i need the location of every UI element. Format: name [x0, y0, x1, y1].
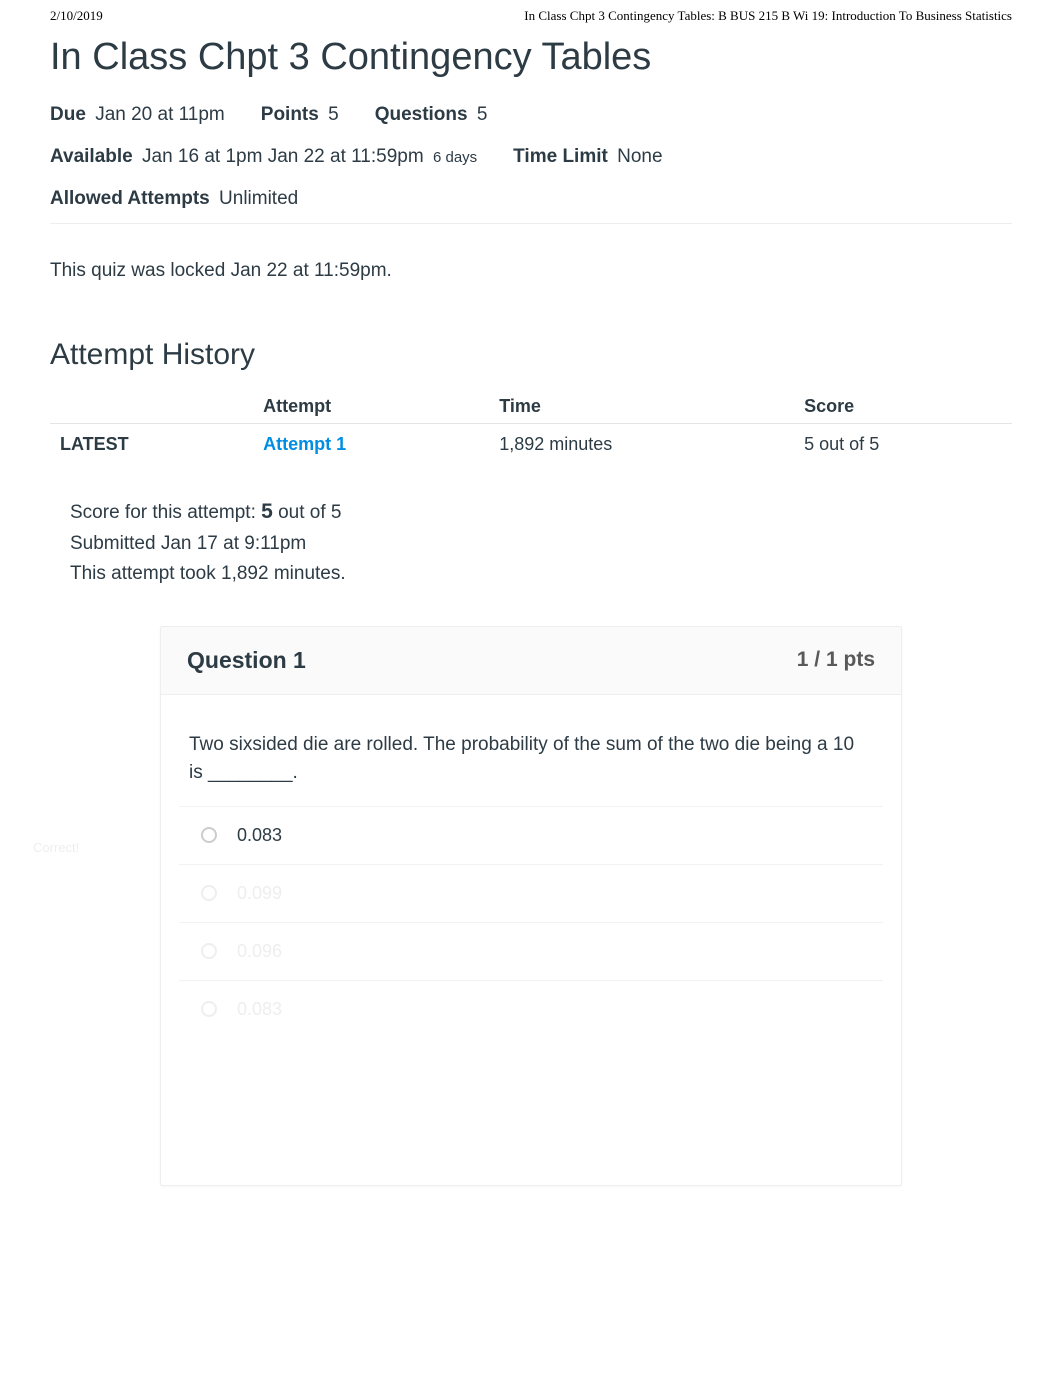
- divider: [50, 223, 1012, 224]
- radio-icon: [201, 1001, 217, 1017]
- quiz-meta-row-1: Due Jan 20 at 11pm Points 5 Questions 5: [50, 97, 1012, 133]
- question-header: Question 1 1 / 1 pts: [161, 627, 901, 695]
- meta-points-label: Points: [261, 104, 319, 125]
- score-line-1-post: out of 5: [273, 502, 342, 523]
- score-line-1-score: 5: [261, 500, 273, 523]
- answer-text: 0.083: [237, 999, 282, 1020]
- meta-questions-value: 5: [477, 104, 488, 125]
- main-content: In Class Chpt 3 Contingency Tables Due J…: [0, 36, 1062, 1236]
- history-row-time: 1,892 minutes: [489, 424, 794, 466]
- quiz-meta-row-3: Allowed Attempts Unlimited: [50, 181, 1012, 217]
- meta-points-value: 5: [328, 104, 339, 125]
- print-date: 2/10/2019: [50, 8, 103, 24]
- meta-time-limit: Time Limit None: [513, 139, 662, 175]
- attempt-history-heading: Attempt History: [50, 338, 1012, 372]
- score-summary: Score for this attempt: 5 out of 5 Submi…: [70, 495, 1012, 589]
- page-title: In Class Chpt 3 Contingency Tables: [50, 36, 1012, 79]
- meta-allowed-attempts-value: Unlimited: [219, 188, 298, 209]
- radio-icon: [201, 943, 217, 959]
- meta-available-days: 6 days: [433, 149, 477, 166]
- question-title: Question 1: [187, 647, 306, 674]
- meta-due: Due Jan 20 at 11pm: [50, 97, 225, 133]
- meta-available-label: Available: [50, 146, 133, 167]
- history-col-blank: [50, 390, 253, 424]
- history-col-attempt: Attempt: [253, 390, 489, 424]
- meta-points: Points 5: [261, 97, 339, 133]
- meta-time-limit-value: None: [617, 146, 662, 167]
- print-source-title: In Class Chpt 3 Contingency Tables: B BU…: [524, 8, 1012, 24]
- attempt-link[interactable]: Attempt 1: [263, 434, 346, 454]
- quiz-meta-row-2: Available Jan 16 at 1pm Jan 22 at 11:59p…: [50, 139, 1012, 175]
- history-col-score: Score: [794, 390, 1012, 424]
- question-text: Two sixsided die are rolled. The probabi…: [161, 695, 901, 798]
- locked-message: This quiz was locked Jan 22 at 11:59pm.: [50, 260, 1012, 282]
- answer-option[interactable]: 0.099: [179, 864, 883, 922]
- meta-allowed-attempts: Allowed Attempts Unlimited: [50, 181, 298, 217]
- question-card: Question 1 1 / 1 pts Two sixsided die ar…: [160, 626, 902, 1186]
- answer-option[interactable]: 0.083: [179, 806, 883, 864]
- meta-available: Available Jan 16 at 1pm Jan 22 at 11:59p…: [50, 139, 477, 175]
- print-header: 2/10/2019 In Class Chpt 3 Contingency Ta…: [0, 0, 1062, 28]
- answer-text: 0.096: [237, 941, 282, 962]
- history-col-time: Time: [489, 390, 794, 424]
- meta-available-value: Jan 16 at 1pm Jan 22 at 11:59pm: [142, 146, 424, 167]
- history-row-attempt-cell: Attempt 1: [253, 424, 489, 466]
- score-line-1: Score for this attempt: 5 out of 5: [70, 495, 1012, 529]
- meta-due-value: Jan 20 at 11pm: [95, 104, 225, 125]
- answer-list: Correct! 0.083 0.099 0.096 0.083: [161, 798, 901, 1068]
- attempt-history-table: Attempt Time Score LATEST Attempt 1 1,89…: [50, 390, 1012, 465]
- meta-time-limit-label: Time Limit: [513, 146, 608, 167]
- correct-tag: Correct!: [33, 840, 93, 855]
- score-line-2: Submitted Jan 17 at 9:11pm: [70, 529, 1012, 559]
- score-line-3: This attempt took 1,892 minutes.: [70, 559, 1012, 589]
- score-line-1-pre: Score for this attempt:: [70, 502, 261, 523]
- question-points: 1 / 1 pts: [797, 648, 875, 672]
- meta-questions: Questions 5: [375, 97, 488, 133]
- answer-option[interactable]: 0.083: [179, 980, 883, 1038]
- meta-questions-label: Questions: [375, 104, 468, 125]
- meta-allowed-attempts-label: Allowed Attempts: [50, 188, 210, 209]
- side-tag-container: Question 1 1 / 1 pts Two sixsided die ar…: [50, 626, 1012, 1186]
- radio-icon: [201, 827, 217, 843]
- meta-due-label: Due: [50, 104, 86, 125]
- answer-option[interactable]: 0.096: [179, 922, 883, 980]
- table-row: LATEST Attempt 1 1,892 minutes 5 out of …: [50, 424, 1012, 466]
- radio-icon: [201, 885, 217, 901]
- answer-text: 0.099: [237, 883, 282, 904]
- answer-text: 0.083: [237, 825, 282, 846]
- history-row-score: 5 out of 5: [794, 424, 1012, 466]
- history-row-tag: LATEST: [50, 424, 253, 466]
